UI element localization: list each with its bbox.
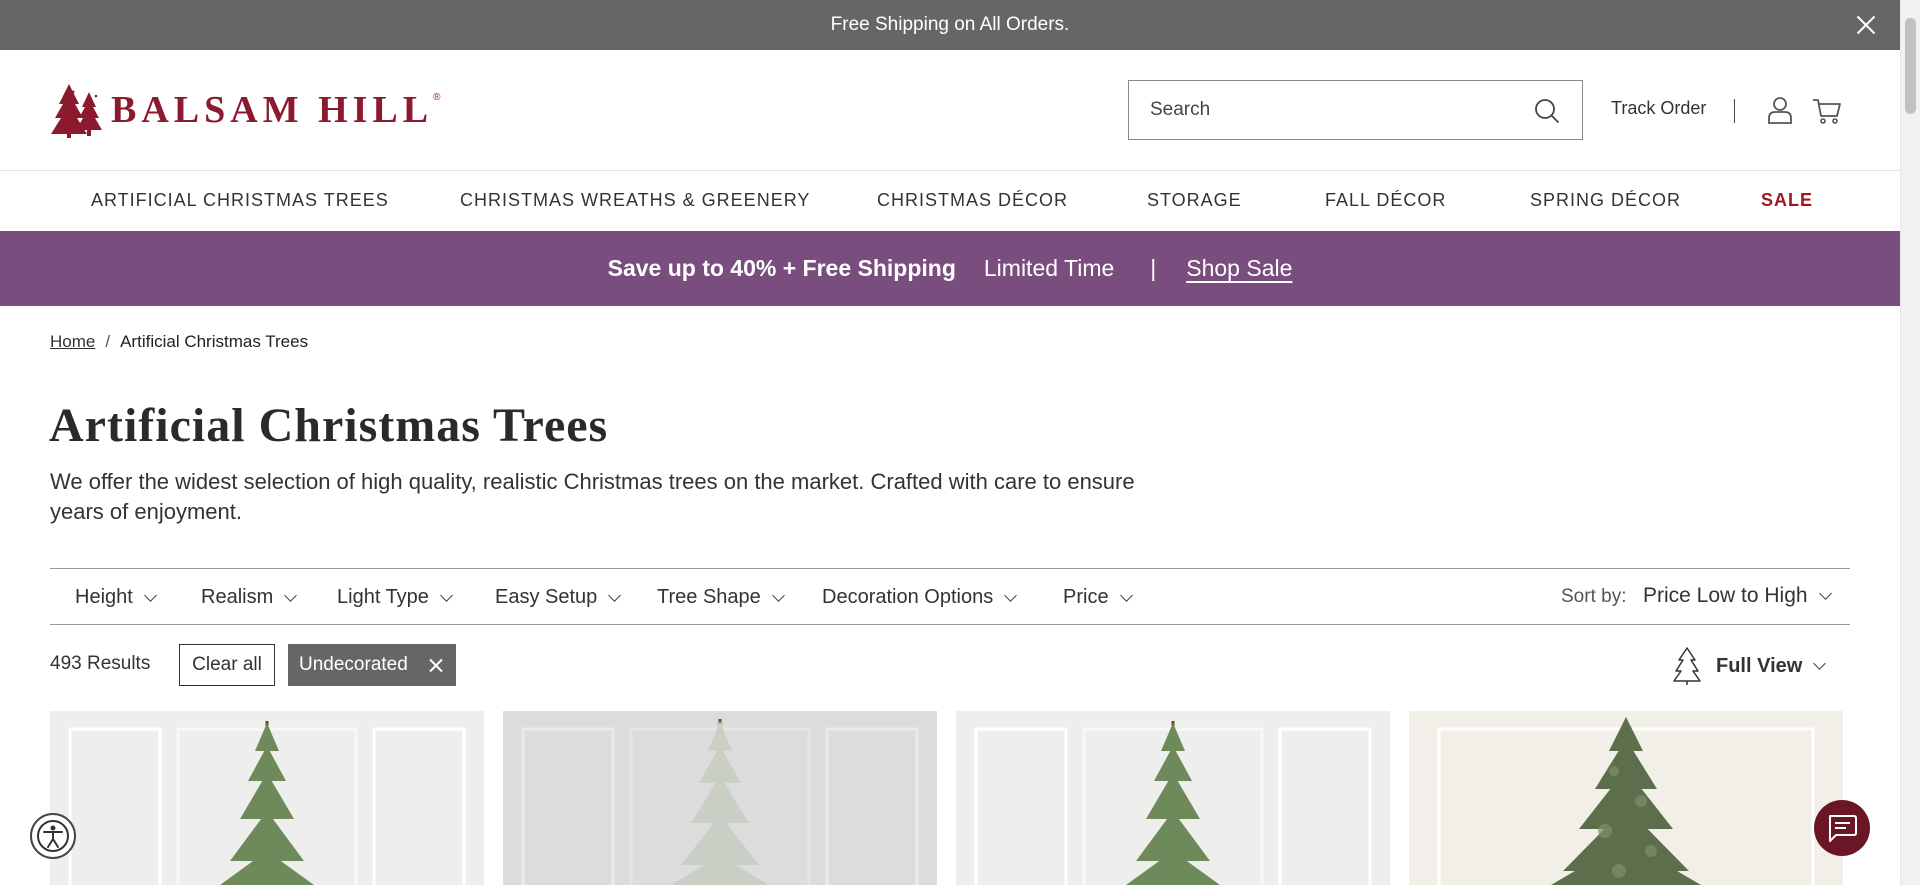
filter-decoration-options[interactable]: Decoration Options bbox=[822, 586, 1018, 609]
chevron-down-icon bbox=[284, 588, 298, 602]
breadcrumb-separator: / bbox=[105, 332, 111, 351]
filter-tree-shape[interactable]: Tree Shape bbox=[657, 586, 785, 609]
sort-label: Sort by: bbox=[1561, 586, 1627, 607]
nav-item-storage[interactable]: STORAGE bbox=[1147, 190, 1242, 211]
promo-limited-time: Limited Time bbox=[983, 255, 1115, 281]
accessibility-button[interactable] bbox=[30, 813, 76, 859]
main-nav: ARTIFICIAL CHRISTMAS TREES CHRISTMAS WRE… bbox=[0, 171, 1900, 231]
view-toggle[interactable]: Full View bbox=[1672, 645, 1827, 687]
nav-item-christmas-decor[interactable]: CHRISTMAS DÉCOR bbox=[877, 190, 1068, 211]
logo[interactable]: BALSAM HILL ® bbox=[49, 80, 441, 140]
filter-price[interactable]: Price bbox=[1063, 586, 1133, 609]
chat-icon bbox=[1829, 815, 1857, 842]
filter-light-type[interactable]: Light Type bbox=[337, 586, 453, 609]
filter-label: Decoration Options bbox=[822, 586, 994, 608]
logo-registered-mark: ® bbox=[433, 92, 441, 103]
filter-label: Height bbox=[75, 586, 133, 608]
promo-banner: Save up to 40% + Free Shipping Limited T… bbox=[0, 231, 1900, 306]
sort-value: Price Low to High bbox=[1643, 584, 1808, 607]
nav-item-christmas-wreaths-greenery[interactable]: CHRISTMAS WREATHS & GREENERY bbox=[460, 190, 810, 211]
remove-filter-icon[interactable] bbox=[428, 657, 444, 673]
filter-label: Realism bbox=[201, 586, 274, 608]
close-icon[interactable] bbox=[1854, 13, 1878, 37]
filter-label: Tree Shape bbox=[657, 586, 761, 608]
chevron-down-icon bbox=[1119, 588, 1133, 602]
product-image bbox=[956, 711, 1390, 885]
announcement-text: Free Shipping on All Orders. bbox=[830, 14, 1070, 35]
view-label: Full View bbox=[1716, 654, 1803, 677]
chevron-down-icon bbox=[440, 588, 453, 602]
active-filter-chip[interactable]: Undecorated bbox=[288, 644, 456, 686]
announcement-bar: Free Shipping on All Orders. bbox=[0, 0, 1900, 50]
chip-label: Undecorated bbox=[299, 654, 408, 675]
account-icon[interactable] bbox=[1767, 96, 1793, 124]
chevron-down-icon bbox=[1818, 587, 1832, 600]
product-image bbox=[503, 711, 937, 885]
site-header: BALSAM HILL ® Track Order bbox=[0, 50, 1900, 171]
accessibility-icon bbox=[37, 820, 69, 852]
product-image bbox=[50, 711, 484, 885]
breadcrumb-current: Artificial Christmas Trees bbox=[120, 332, 309, 351]
nav-item-fall-decor[interactable]: FALL DÉCOR bbox=[1325, 190, 1446, 211]
product-card[interactable] bbox=[503, 711, 937, 885]
filter-easy-setup[interactable]: Easy Setup bbox=[495, 586, 622, 609]
breadcrumb-home-link[interactable]: Home bbox=[50, 332, 95, 352]
page-title: Artificial Christmas Trees bbox=[49, 399, 609, 452]
filter-height[interactable]: Height bbox=[75, 586, 157, 609]
search-input[interactable] bbox=[1129, 82, 1519, 138]
page-scrollbar[interactable] bbox=[1900, 0, 1920, 885]
results-count: 493 Results bbox=[50, 653, 151, 674]
filter-label: Light Type bbox=[337, 586, 429, 608]
filter-realism[interactable]: Realism bbox=[201, 586, 298, 609]
product-card[interactable] bbox=[1409, 711, 1843, 885]
tree-icon bbox=[1673, 647, 1701, 685]
nav-item-sale[interactable]: SALE bbox=[1761, 190, 1813, 211]
product-card[interactable] bbox=[956, 711, 1390, 885]
sort-dropdown[interactable]: Price Low to High bbox=[1643, 584, 1832, 608]
filter-bar: Height Realism Light Type Easy Setup Tre… bbox=[50, 568, 1850, 625]
cart-icon[interactable] bbox=[1812, 97, 1842, 125]
promo-separator: | bbox=[1150, 255, 1157, 281]
chevron-down-icon bbox=[771, 588, 785, 602]
search-icon[interactable] bbox=[1534, 98, 1560, 124]
product-image bbox=[1409, 711, 1843, 885]
product-card[interactable] bbox=[50, 711, 484, 885]
track-order-link[interactable]: Track Order bbox=[1611, 98, 1706, 119]
nav-item-spring-decor[interactable]: SPRING DÉCOR bbox=[1530, 190, 1681, 211]
promo-headline: Save up to 40% + Free Shipping bbox=[607, 255, 956, 281]
breadcrumb: Home / Artificial Christmas Trees bbox=[50, 332, 308, 352]
shop-sale-link[interactable]: Shop Sale bbox=[1186, 255, 1292, 282]
logo-text: BALSAM HILL bbox=[111, 89, 434, 131]
page-description: We offer the widest selection of high qu… bbox=[50, 469, 1135, 524]
chat-button[interactable] bbox=[1814, 800, 1870, 856]
chevron-down-icon bbox=[1813, 657, 1827, 670]
nav-item-artificial-christmas-trees[interactable]: ARTIFICIAL CHRISTMAS TREES bbox=[91, 190, 389, 211]
search-box bbox=[1128, 80, 1583, 140]
filter-label: Price bbox=[1063, 586, 1109, 608]
clear-all-button[interactable]: Clear all bbox=[179, 644, 275, 686]
scrollbar-thumb[interactable] bbox=[1905, 18, 1916, 114]
chevron-down-icon bbox=[608, 588, 622, 602]
chevron-down-icon bbox=[1004, 588, 1018, 602]
filter-label: Easy Setup bbox=[495, 586, 598, 608]
header-divider bbox=[1734, 99, 1735, 123]
tree-logo-icon bbox=[51, 84, 102, 138]
chevron-down-icon bbox=[143, 588, 157, 602]
